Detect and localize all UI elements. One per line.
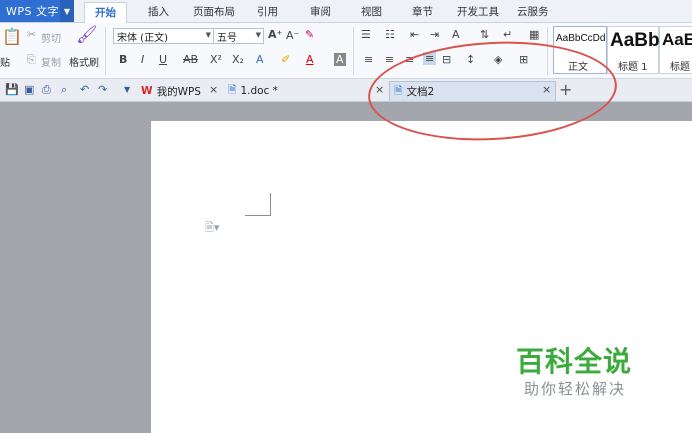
wps-logo-icon: W xyxy=(141,85,153,97)
text-effect-icon[interactable]: A xyxy=(256,53,264,66)
chevron-down-icon: ▼ xyxy=(205,31,211,39)
font-family-value: 宋体 (正文) xyxy=(117,32,168,44)
page-margin-corner-mark xyxy=(245,193,271,216)
tab-chapter[interactable]: 章节 xyxy=(412,4,433,19)
tab-references[interactable]: 引用 xyxy=(257,4,278,19)
font-color-icon[interactable]: A xyxy=(306,53,314,66)
copy-icon: ⎘ xyxy=(27,53,36,66)
style-sample: AaE xyxy=(662,30,692,49)
tab-my-wps[interactable]: W 我的WPS xyxy=(141,81,201,101)
align-left-icon[interactable]: ≡ xyxy=(364,53,373,66)
print-icon[interactable]: ⎙ xyxy=(42,83,51,97)
tab-home[interactable]: 开始 xyxy=(84,2,127,23)
character-shading-icon[interactable]: A xyxy=(334,53,346,66)
sort-icon[interactable]: ⇅ xyxy=(480,28,489,41)
print-preview-icon[interactable]: ⌕ xyxy=(61,83,67,97)
scissors-icon: ✂ xyxy=(27,28,37,41)
watermark-title: 百科全说 xyxy=(516,345,633,378)
undo-icon[interactable]: ↶ xyxy=(80,83,89,96)
tab-view[interactable]: 视图 xyxy=(361,4,382,19)
italic-icon[interactable]: I xyxy=(141,53,144,66)
style-name: 标题 1 xyxy=(618,62,648,73)
clear-format-icon[interactable]: ✎ xyxy=(305,28,314,41)
numbered-list-icon[interactable]: ☷ xyxy=(385,28,395,41)
bullet-list-icon[interactable]: ☰ xyxy=(361,28,371,41)
tab-insert[interactable]: 插入 xyxy=(148,4,169,19)
watermark-subtitle: 助你轻松解决 xyxy=(524,380,627,398)
underline-icon[interactable]: U xyxy=(159,53,167,66)
tab-page-layout[interactable]: 页面布局 xyxy=(193,4,235,19)
table-icon[interactable]: ▦ xyxy=(529,28,539,41)
chevron-down-icon: ▼ xyxy=(255,31,261,39)
font-size-value: 五号 xyxy=(217,32,237,44)
paste-icon[interactable]: 📋 xyxy=(2,27,22,46)
copy-button[interactable]: 复制 xyxy=(41,54,61,69)
style-sample: AaBb xyxy=(610,30,660,51)
group-divider xyxy=(353,27,354,75)
redo-icon[interactable]: ↷ xyxy=(98,83,107,96)
chevron-down-icon[interactable]: ▼ xyxy=(60,0,74,22)
paste-button[interactable]: 贴 xyxy=(0,54,10,69)
chinese-layout-icon[interactable]: A xyxy=(452,28,460,41)
font-family-dropdown[interactable]: 宋体 (正文) ▼ xyxy=(113,28,214,44)
font-size-dropdown[interactable]: 五号 ▼ xyxy=(213,28,264,44)
decrease-indent-icon[interactable]: ⇤ xyxy=(410,28,419,41)
style-heading[interactable]: AaE 标题 xyxy=(659,26,692,74)
superscript-icon[interactable]: X² xyxy=(210,53,222,66)
output-pdf-icon[interactable]: ▣ xyxy=(24,83,34,96)
style-sample: AaBbCcDd xyxy=(556,33,606,44)
paragraph-handle-icon[interactable]: 🗎▾ xyxy=(205,219,219,238)
app-menu-button[interactable]: WPS 文字 ▼ xyxy=(0,0,74,22)
subscript-icon[interactable]: X₂ xyxy=(232,53,244,66)
bold-icon[interactable]: B xyxy=(119,53,127,66)
format-painter-button[interactable]: 格式刷 xyxy=(69,54,99,69)
tab-review[interactable]: 审阅 xyxy=(310,4,331,19)
tab-developer[interactable]: 开发工具 xyxy=(457,4,499,19)
increase-indent-icon[interactable]: ⇥ xyxy=(430,28,439,41)
save-icon[interactable]: 💾 xyxy=(5,83,19,96)
strikethrough-icon[interactable]: AB xyxy=(183,53,198,66)
tab-label: 1.doc * xyxy=(240,85,278,97)
format-painter-icon[interactable]: 🖌 xyxy=(76,25,98,45)
tab-cloud[interactable]: 云服务 xyxy=(517,4,549,19)
style-name: 标题 xyxy=(670,62,690,73)
menu-bar: WPS 文字 ▼ 开始 插入 页面布局 引用 审阅 视图 章节 开发工具 云服务 xyxy=(0,0,692,23)
align-center-icon[interactable]: ≡ xyxy=(385,53,394,66)
grow-font-icon[interactable]: A⁺ xyxy=(268,28,282,41)
tab-label: 我的WPS xyxy=(156,85,201,98)
show-marks-icon[interactable]: ↵ xyxy=(503,28,512,41)
highlight-icon[interactable]: ✐ xyxy=(281,53,290,66)
app-name: WPS 文字 xyxy=(6,5,59,18)
document-icon: 🗎 xyxy=(228,84,237,96)
group-divider xyxy=(105,27,106,75)
chevron-down-icon[interactable]: ▼ xyxy=(124,85,130,94)
style-heading-1[interactable]: AaBb 标题 1 xyxy=(607,26,660,74)
cut-button[interactable]: 剪切 xyxy=(41,30,61,45)
tab-1-doc[interactable]: 🗎 1.doc * xyxy=(228,81,278,101)
close-icon[interactable]: × xyxy=(209,83,218,96)
shrink-font-icon[interactable]: A⁻ xyxy=(286,29,299,42)
